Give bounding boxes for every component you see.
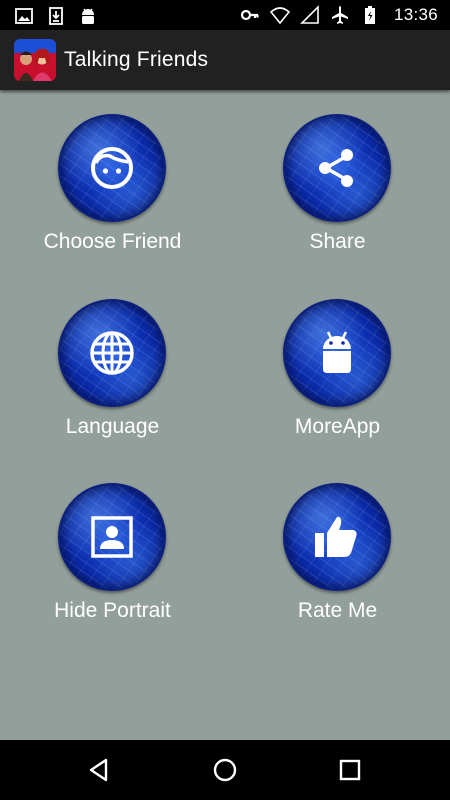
airplane-icon (330, 5, 350, 25)
portrait-icon (86, 511, 138, 563)
share-icon (311, 142, 363, 194)
android-icon (311, 327, 363, 379)
back-icon[interactable] (84, 755, 114, 785)
status-clock: 13:36 (393, 5, 438, 24)
main-menu: Choose Friend Share Language MoreApp Hid… (0, 90, 450, 740)
talking-friends-app-icon (14, 39, 56, 81)
download-icon (46, 6, 66, 26)
app-bar: Talking Friends (0, 30, 450, 90)
language-button[interactable]: Language (0, 275, 225, 445)
home-icon[interactable] (210, 755, 240, 785)
signal-icon (300, 5, 320, 25)
share-circle (283, 114, 391, 222)
status-left-icons (14, 6, 98, 26)
status-bar: 13:36 (0, 0, 450, 30)
hide-portrait-label: Hide Portrait (54, 599, 171, 622)
app-title: Talking Friends (64, 48, 209, 71)
key-icon (240, 5, 260, 25)
face-icon (86, 142, 138, 194)
wifi-icon (269, 5, 290, 25)
thumbs-up-icon (311, 511, 363, 563)
share-label: Share (309, 230, 366, 253)
hide-portrait-circle (58, 483, 166, 591)
android-icon (78, 6, 98, 26)
rate-me-label: Rate Me (297, 599, 378, 622)
share-button[interactable]: Share (225, 90, 450, 260)
status-right-icons: 13:36 (240, 5, 438, 25)
language-label: Language (65, 415, 160, 438)
recents-icon[interactable] (335, 755, 365, 785)
more-app-circle (283, 299, 391, 407)
choose-friend-label: Choose Friend (43, 230, 182, 253)
choose-friend-button[interactable]: Choose Friend (0, 90, 225, 260)
more-app-button[interactable]: MoreApp (225, 275, 450, 445)
more-app-label: MoreApp (294, 415, 381, 438)
battery-icon (360, 5, 380, 25)
navigation-bar (0, 740, 450, 800)
choose-friend-circle (58, 114, 166, 222)
image-icon (14, 6, 34, 26)
language-circle (58, 299, 166, 407)
globe-icon (86, 327, 138, 379)
rate-me-circle (283, 483, 391, 591)
hide-portrait-button[interactable]: Hide Portrait (0, 459, 225, 629)
rate-me-button[interactable]: Rate Me (225, 459, 450, 629)
